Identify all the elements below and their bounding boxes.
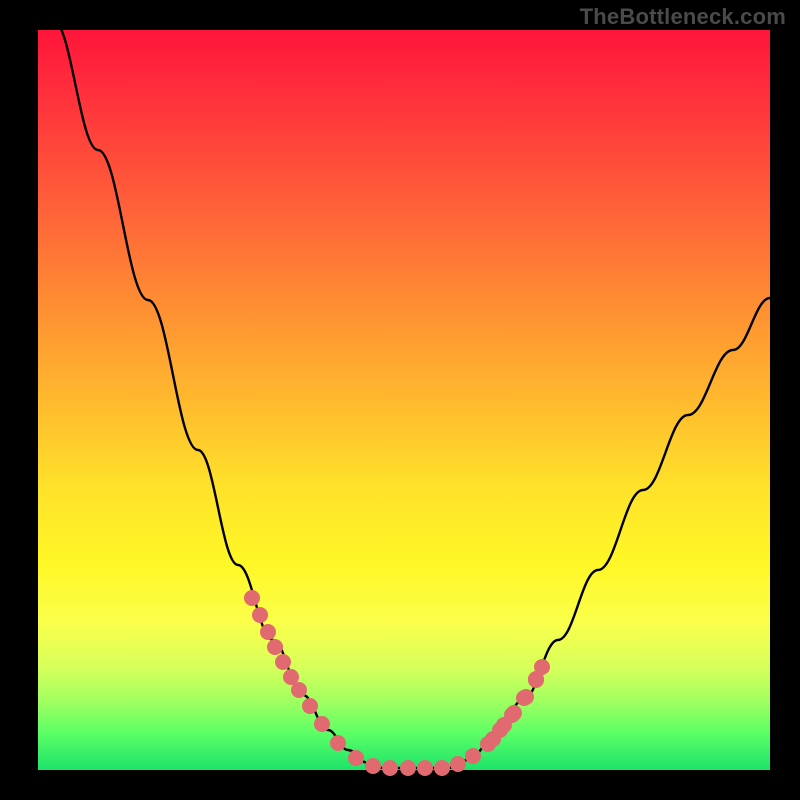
marker-dot xyxy=(244,590,260,606)
marker-dot xyxy=(434,760,450,776)
marker-dot xyxy=(365,758,381,774)
marker-dot xyxy=(252,607,268,623)
watermark-text: TheBottleneck.com xyxy=(580,4,786,30)
marker-dot xyxy=(417,760,433,776)
curve-svg xyxy=(38,30,770,770)
marker-dot xyxy=(450,756,466,772)
marker-dot xyxy=(465,748,481,764)
marker-dot xyxy=(267,639,283,655)
marker-dot xyxy=(485,731,501,747)
marker-dot xyxy=(528,672,544,688)
marker-dot xyxy=(400,760,416,776)
marker-dot xyxy=(382,760,398,776)
marker-dot xyxy=(291,682,307,698)
curve-paths xyxy=(53,20,770,768)
chart-frame: TheBottleneck.com xyxy=(0,0,800,800)
marker-dot xyxy=(330,735,346,751)
marker-dot xyxy=(348,750,364,766)
bottleneck-curve xyxy=(53,20,770,768)
marker-dot xyxy=(314,716,330,732)
marker-dot xyxy=(496,717,512,733)
marker-dot xyxy=(518,689,534,705)
marker-dot xyxy=(260,624,276,640)
marker-dot xyxy=(302,698,318,714)
marker-dot xyxy=(275,654,291,670)
plot-area xyxy=(38,30,770,770)
marker-dots xyxy=(244,590,550,776)
